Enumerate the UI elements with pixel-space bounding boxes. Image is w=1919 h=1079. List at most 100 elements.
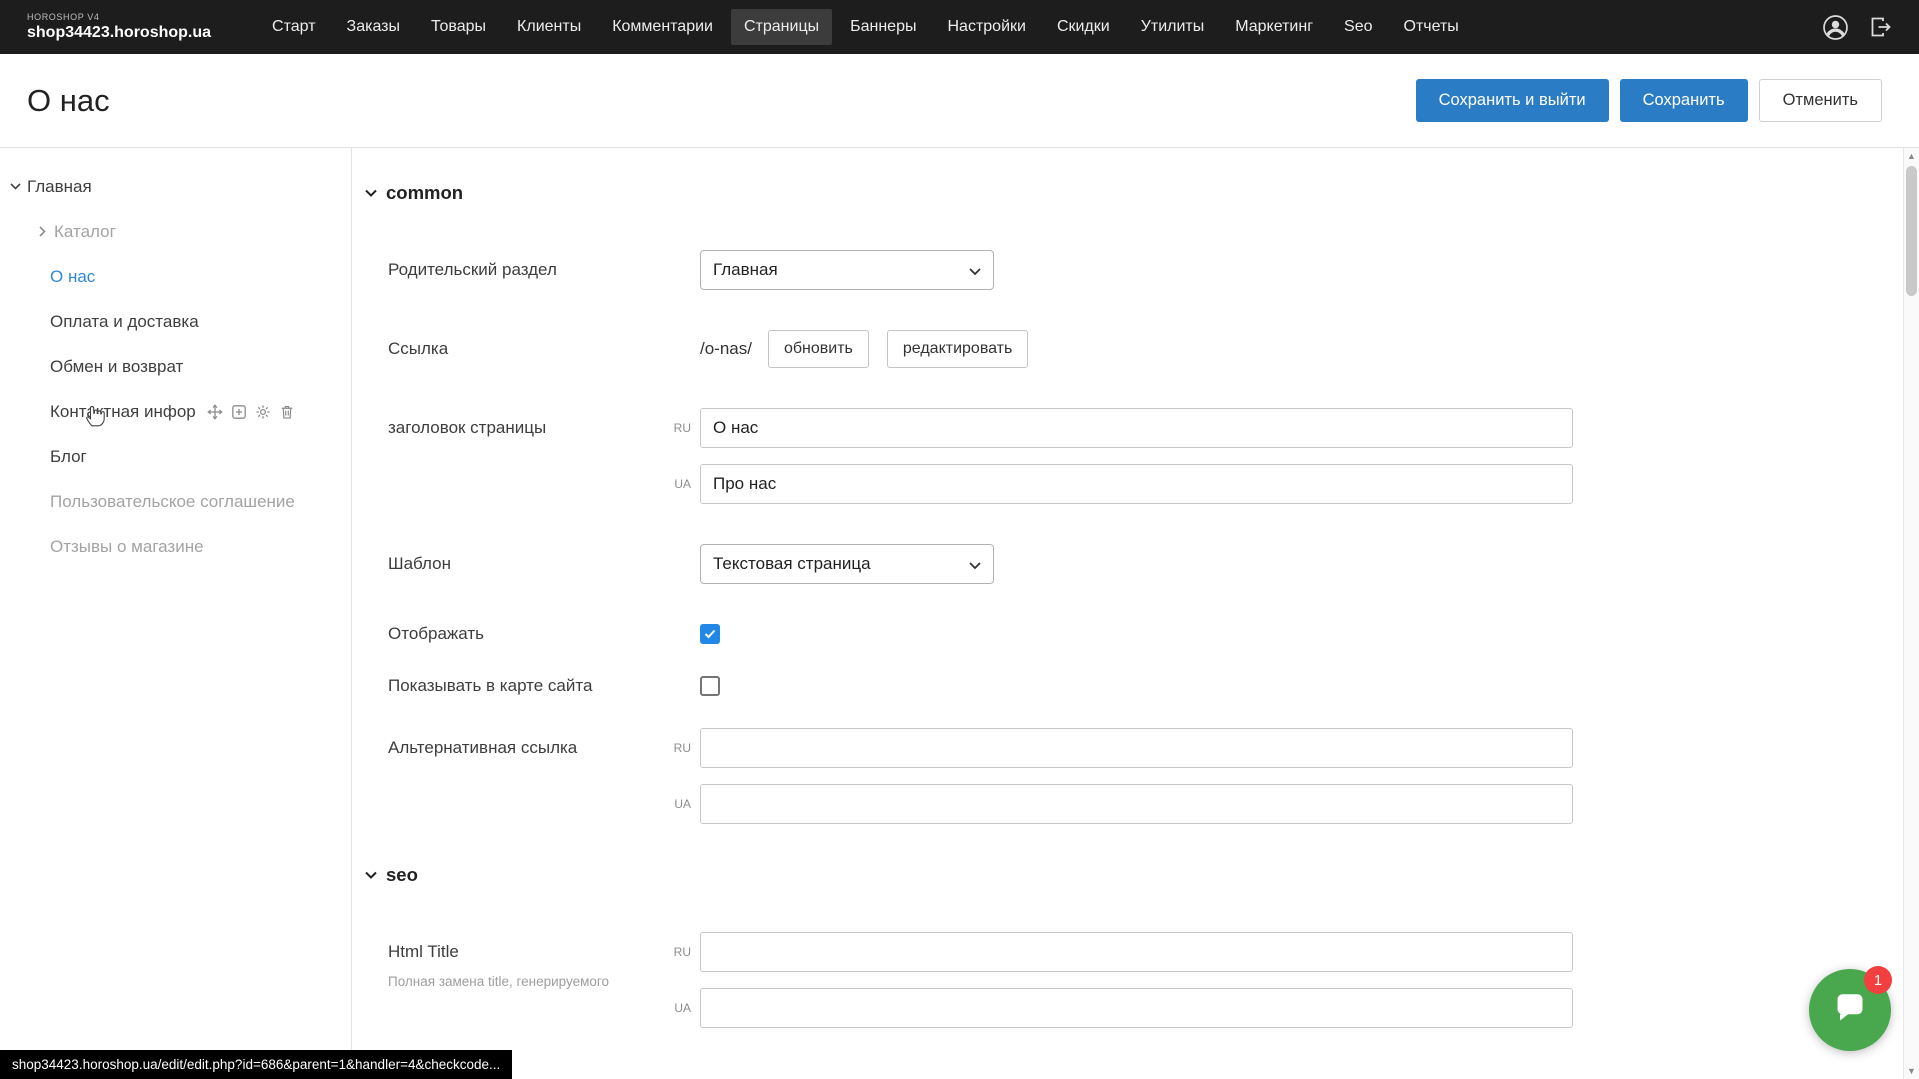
- vertical-scrollbar[interactable]: ▲ ▼: [1903, 148, 1919, 1079]
- section-seo-toggle[interactable]: seo: [365, 864, 1919, 886]
- move-icon[interactable]: [207, 404, 223, 420]
- topnav-right: [1822, 14, 1893, 41]
- lang-ru-tag: RU: [663, 421, 691, 435]
- edit-link-button[interactable]: редактировать: [887, 330, 1028, 368]
- sidebar-item-otzyvy-o-magazine[interactable]: Отзывы о магазине: [0, 524, 351, 569]
- sidebar-item-label: Блог: [50, 447, 87, 467]
- sidebar-item-label: Главная: [27, 177, 92, 197]
- alt-link-row: Альтернативная ссылка RU UA: [388, 728, 1919, 824]
- select-value: Главная: [713, 260, 778, 280]
- link-preview-statusbar: shop34423.horoshop.ua/edit/edit.php?id=6…: [0, 1050, 512, 1079]
- html-title-row: Html Title Полная замена title, генериру…: [388, 932, 1919, 1028]
- sidebar-item-polzovatelskoe-soglashenie[interactable]: Пользовательское соглашение: [0, 479, 351, 524]
- nav-item-tovary[interactable]: Товары: [418, 9, 499, 45]
- link-row: Ссылка /o-nas/ обновить редактировать: [388, 330, 1919, 368]
- parent-section-select[interactable]: Главная: [700, 250, 994, 290]
- field-label: Показывать в карте сайта: [388, 676, 700, 696]
- field-label: Отображать: [388, 624, 700, 644]
- sidebar-item-label: О нас: [50, 267, 95, 287]
- parent-section-row: Родительский раздел Главная: [388, 250, 1919, 290]
- chevron-down-icon: [969, 260, 981, 280]
- sidebar-item-label: Каталог: [54, 222, 116, 242]
- brand[interactable]: HOROSHOP V4 shop34423.horoshop.ua: [27, 13, 211, 41]
- chat-icon: [1830, 988, 1870, 1033]
- page-edit-form: common Родительский раздел Главная Ссылк…: [352, 148, 1919, 1079]
- nav-item-klienty[interactable]: Клиенты: [504, 9, 594, 45]
- sidebar-item-o-nas[interactable]: О нас: [0, 254, 351, 299]
- lang-ru-tag: RU: [663, 741, 691, 755]
- page-title-ru-input[interactable]: [700, 408, 1573, 448]
- logout-icon[interactable]: [1869, 15, 1893, 39]
- nav-item-marketing[interactable]: Маркетинг: [1222, 9, 1326, 45]
- nav-item-start[interactable]: Старт: [259, 9, 328, 45]
- field-label: заголовок страницы: [388, 408, 700, 448]
- display-checkbox[interactable]: [700, 624, 720, 644]
- link-path: /o-nas/: [700, 339, 752, 359]
- field-hint: Полная замена title, генерируемого: [388, 973, 700, 991]
- save-and-exit-button[interactable]: Сохранить и выйти: [1416, 79, 1609, 122]
- settings-icon[interactable]: [255, 404, 271, 420]
- field-label-block: Html Title Полная замена title, генериру…: [388, 932, 700, 991]
- lang-ua-tag: UA: [663, 797, 691, 811]
- sidebar-item-label: Обмен и возврат: [50, 357, 183, 377]
- content-area: Главная Каталог О нас Оплата и доставка …: [0, 148, 1919, 1079]
- page-title-ua-input[interactable]: [700, 464, 1573, 504]
- sidebar-item-glavnaya[interactable]: Главная: [0, 164, 351, 209]
- scrollbar-thumb[interactable]: [1906, 166, 1917, 296]
- pages-tree-sidebar: Главная Каталог О нас Оплата и доставка …: [0, 148, 352, 1079]
- chevron-right-icon[interactable]: [35, 226, 49, 237]
- select-value: Текстовая страница: [713, 554, 871, 574]
- section-title: seo: [386, 864, 418, 886]
- chevron-down-icon[interactable]: [8, 183, 22, 190]
- field-label: Родительский раздел: [388, 260, 700, 280]
- user-account-icon[interactable]: [1822, 14, 1849, 41]
- nav-item-zakazy[interactable]: Заказы: [334, 9, 413, 45]
- page-header: О нас Сохранить и выйти Сохранить Отмени…: [0, 54, 1919, 148]
- lang-ru-tag: RU: [663, 945, 691, 959]
- scroll-up-arrow[interactable]: ▲: [1904, 148, 1919, 164]
- nav-item-stranitsy[interactable]: Страницы: [731, 9, 832, 45]
- sidebar-item-obmen-i-vozvrat[interactable]: Обмен и возврат: [0, 344, 351, 389]
- chat-badge: 1: [1864, 966, 1892, 994]
- field-label: Ссылка: [388, 339, 700, 359]
- template-select[interactable]: Текстовая страница: [700, 544, 994, 584]
- sidebar-item-label: Пользовательское соглашение: [50, 492, 295, 512]
- sidebar-item-oplata-i-dostavka[interactable]: Оплата и доставка: [0, 299, 351, 344]
- nav-item-utility[interactable]: Утилиты: [1128, 9, 1218, 45]
- save-button[interactable]: Сохранить: [1620, 79, 1748, 122]
- brand-version: HOROSHOP V4: [27, 13, 211, 23]
- chevron-down-icon: [365, 184, 377, 202]
- cancel-button[interactable]: Отменить: [1759, 79, 1882, 122]
- sidebar-item-katalog[interactable]: Каталог: [0, 209, 351, 254]
- sidebar-item-kontaktnaya-infor[interactable]: Контактная инфор: [0, 389, 351, 434]
- sidebar-item-blog[interactable]: Блог: [0, 434, 351, 479]
- alt-link-ru-input[interactable]: [700, 728, 1573, 768]
- display-row: Отображать: [388, 624, 1919, 644]
- template-row: Шаблон Текстовая страница: [388, 544, 1919, 584]
- sitemap-checkbox[interactable]: [700, 676, 720, 696]
- section-common-toggle[interactable]: common: [365, 182, 1919, 204]
- nav-item-seo[interactable]: Seo: [1331, 9, 1385, 45]
- nav-item-otchety[interactable]: Отчеты: [1391, 9, 1472, 45]
- nav-item-bannery[interactable]: Баннеры: [837, 9, 929, 45]
- add-page-icon[interactable]: [231, 404, 247, 420]
- sitemap-row: Показывать в карте сайта: [388, 676, 1919, 696]
- refresh-link-button[interactable]: обновить: [768, 330, 869, 368]
- field-label: Шаблон: [388, 554, 700, 574]
- page-title-row: заголовок страницы RU UA: [388, 408, 1919, 504]
- delete-icon[interactable]: [279, 404, 295, 420]
- nav-item-skidki[interactable]: Скидки: [1044, 9, 1123, 45]
- top-navbar: HOROSHOP V4 shop34423.horoshop.ua Старт …: [0, 0, 1919, 54]
- sidebar-item-label: Оплата и доставка: [50, 312, 199, 332]
- header-actions: Сохранить и выйти Сохранить Отменить: [1416, 79, 1882, 122]
- scroll-down-arrow[interactable]: ▼: [1904, 1063, 1919, 1079]
- topnav-menu: Старт Заказы Товары Клиенты Комментарии …: [259, 9, 1822, 45]
- nav-item-nastroyki[interactable]: Настройки: [934, 9, 1038, 45]
- alt-link-ua-input[interactable]: [700, 784, 1573, 824]
- chevron-down-icon: [969, 554, 981, 574]
- html-title-ru-input[interactable]: [700, 932, 1573, 972]
- field-label: Html Title: [388, 932, 700, 972]
- html-title-ua-input[interactable]: [700, 988, 1573, 1028]
- nav-item-kommentarii[interactable]: Комментарии: [599, 9, 726, 45]
- chat-widget-button[interactable]: 1: [1809, 969, 1891, 1051]
